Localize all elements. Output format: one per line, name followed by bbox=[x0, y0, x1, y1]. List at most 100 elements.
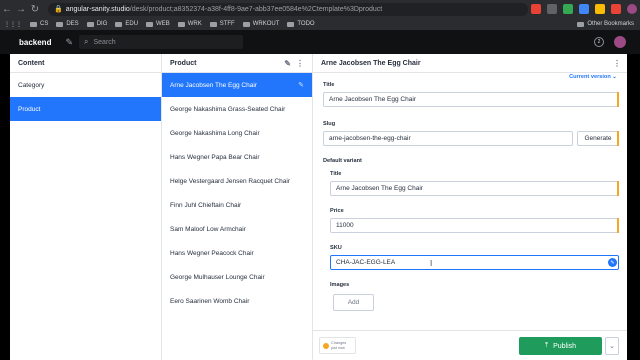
version-selector[interactable]: Current version ⌄ bbox=[569, 74, 617, 80]
product-list-item[interactable]: George Nakashima Long Chair bbox=[162, 121, 312, 145]
edit-icon: ✎ bbox=[298, 82, 304, 89]
images-label: Images bbox=[330, 282, 350, 288]
product-list-item[interactable]: Finn Juhl Chieftain Chair bbox=[162, 193, 312, 217]
studio-navbar: backend ✎ ⌕ Search 2 bbox=[0, 30, 640, 54]
title-label: Title bbox=[323, 82, 335, 88]
extension-icon[interactable] bbox=[579, 4, 589, 14]
folder-icon bbox=[242, 21, 250, 27]
browser-toolbar: ← → ↻ 🔒 angular-sanity.studio /desk/prod… bbox=[0, 0, 640, 18]
product-list-item[interactable]: Sam Maloof Low Armchair bbox=[162, 217, 312, 241]
compose-icon[interactable]: ✎ bbox=[284, 59, 291, 68]
sku-label: SKU bbox=[330, 245, 342, 251]
extension-icon[interactable] bbox=[547, 4, 557, 14]
changed-indicator bbox=[617, 181, 619, 196]
extension-icon[interactable] bbox=[611, 4, 621, 14]
bookmark-folder[interactable]: EDU bbox=[115, 21, 138, 27]
price-field[interactable]: 11000 bbox=[330, 218, 619, 233]
document-form: Title Arne Jacobsen The Egg Chair Slug a… bbox=[323, 82, 619, 311]
url-path: /desk/product;a8352374-a38f-4ff8-9ae7-ab… bbox=[129, 5, 383, 13]
forward-icon[interactable]: → bbox=[14, 4, 28, 15]
bookmark-folder[interactable]: DIG bbox=[86, 21, 107, 27]
changes-status[interactable]: Changes just now bbox=[319, 337, 356, 354]
search-icon: ⌕ bbox=[84, 37, 89, 46]
more-icon[interactable]: ⋮ bbox=[613, 59, 621, 68]
studio-brand[interactable]: backend bbox=[19, 38, 51, 47]
product-list-item[interactable]: George Mulhauser Lounge Chair bbox=[162, 265, 312, 289]
bookmark-folder[interactable]: TODO bbox=[287, 21, 315, 27]
folder-icon bbox=[177, 21, 185, 27]
product-pane-title: Product bbox=[170, 59, 197, 67]
folder-icon bbox=[146, 21, 154, 27]
changed-indicator bbox=[617, 218, 619, 233]
price-label: Price bbox=[330, 208, 344, 214]
variant-title-label: Title bbox=[330, 171, 342, 177]
apps-icon[interactable]: ⋮⋮⋮ bbox=[4, 21, 22, 28]
product-list-item[interactable]: Hans Wegner Papa Bear Chair bbox=[162, 145, 312, 169]
product-list-item[interactable]: Helge Vestergaard Jensen Racquet Chair bbox=[162, 169, 312, 193]
left-edge bbox=[0, 54, 10, 360]
variant-title-field[interactable]: Arne Jacobsen The Egg Chair bbox=[330, 181, 619, 196]
slug-label: Slug bbox=[323, 121, 336, 127]
changes-label: Changes bbox=[331, 341, 347, 345]
bookmark-folder[interactable]: WRK bbox=[177, 21, 202, 27]
document-header: Arne Jacobsen The Egg Chair ⋮ bbox=[313, 54, 627, 73]
variant-label: Default variant bbox=[323, 158, 362, 164]
bookmark-folder[interactable]: WRKOUT bbox=[242, 21, 279, 27]
sku-field[interactable]: CHA-JAC-EGG-LEA I ✎ bbox=[330, 255, 619, 270]
changes-icon bbox=[323, 342, 329, 349]
slug-field[interactable]: arne-jacobsen-the-egg-chair bbox=[323, 131, 573, 146]
reload-icon[interactable]: ↻ bbox=[28, 4, 42, 15]
product-list-item[interactable]: Eero Saarinen Womb Chair bbox=[162, 289, 312, 313]
edit-badge-icon: ✎ bbox=[608, 258, 617, 267]
folder-icon bbox=[56, 21, 64, 27]
presence-count[interactable]: 2 bbox=[594, 37, 604, 47]
product-list-item[interactable]: George Nakashima Grass-Seated Chair bbox=[162, 97, 312, 121]
browser-window: ← → ↻ 🔒 angular-sanity.studio /desk/prod… bbox=[0, 0, 640, 360]
document-footer: Changes just now ⤒ Publish ⌄ bbox=[313, 330, 627, 360]
content-item-category[interactable]: Category bbox=[10, 73, 161, 97]
more-icon[interactable]: ⋮ bbox=[296, 59, 304, 68]
changed-indicator bbox=[617, 92, 619, 107]
other-bookmarks[interactable]: Other Bookmarks bbox=[577, 21, 634, 27]
search-placeholder: Search bbox=[93, 38, 116, 46]
changes-time: just now bbox=[331, 345, 345, 350]
title-field[interactable]: Arne Jacobsen The Egg Chair bbox=[323, 92, 619, 107]
content-pane-title: Content bbox=[10, 54, 161, 73]
folder-icon bbox=[115, 21, 123, 27]
folder-icon bbox=[30, 21, 37, 27]
extension-icon[interactable] bbox=[531, 4, 541, 14]
product-list-item[interactable]: Arne Jacobsen The Egg Chair ✎ bbox=[162, 73, 312, 97]
folder-icon bbox=[577, 21, 585, 27]
user-avatar[interactable] bbox=[614, 36, 626, 48]
compose-icon[interactable]: ✎ bbox=[65, 37, 73, 48]
content-pane: Content Category Product bbox=[10, 54, 162, 360]
document-title: Arne Jacobsen The Egg Chair bbox=[321, 59, 421, 67]
right-edge bbox=[627, 54, 640, 360]
publish-button[interactable]: ⤒ Publish bbox=[519, 337, 602, 355]
profile-icon[interactable] bbox=[627, 4, 637, 14]
lock-icon: 🔒 bbox=[54, 6, 63, 13]
bookmark-folder[interactable]: CS bbox=[30, 21, 48, 27]
address-bar[interactable]: 🔒 angular-sanity.studio /desk/product;a8… bbox=[48, 2, 528, 16]
product-pane: Product ✎ ⋮ Arne Jacobsen The Egg Chair ✎… bbox=[162, 54, 313, 360]
content-item-product[interactable]: Product bbox=[10, 97, 161, 121]
product-pane-header: Product ✎ ⋮ bbox=[162, 54, 312, 73]
publish-icon: ⤒ bbox=[544, 342, 549, 349]
bookmark-folder[interactable]: STFF bbox=[209, 21, 235, 27]
product-list-item[interactable]: Hans Wegner Peacock Chair bbox=[162, 241, 312, 265]
folder-icon bbox=[287, 21, 295, 27]
extension-icon[interactable] bbox=[563, 4, 573, 14]
url-host: angular-sanity.studio bbox=[65, 5, 130, 13]
text-cursor: I bbox=[430, 259, 433, 268]
bookmarks-bar: ⋮⋮⋮ CS DES DIG EDU WEB WRK STFF WRKOUT T… bbox=[0, 18, 640, 30]
document-pane: Arne Jacobsen The Egg Chair ⋮ Current ve… bbox=[313, 54, 627, 360]
folder-icon bbox=[209, 21, 217, 27]
back-icon[interactable]: ← bbox=[0, 4, 14, 15]
add-image-button[interactable]: Add bbox=[333, 294, 374, 311]
bookmark-folder[interactable]: DES bbox=[56, 21, 79, 27]
publish-menu-button[interactable]: ⌄ bbox=[605, 337, 619, 355]
search-input[interactable]: ⌕ Search bbox=[79, 35, 244, 49]
bookmark-folder[interactable]: WEB bbox=[146, 21, 170, 27]
extension-icon[interactable] bbox=[595, 4, 605, 14]
generate-button[interactable]: Generate bbox=[577, 131, 619, 146]
